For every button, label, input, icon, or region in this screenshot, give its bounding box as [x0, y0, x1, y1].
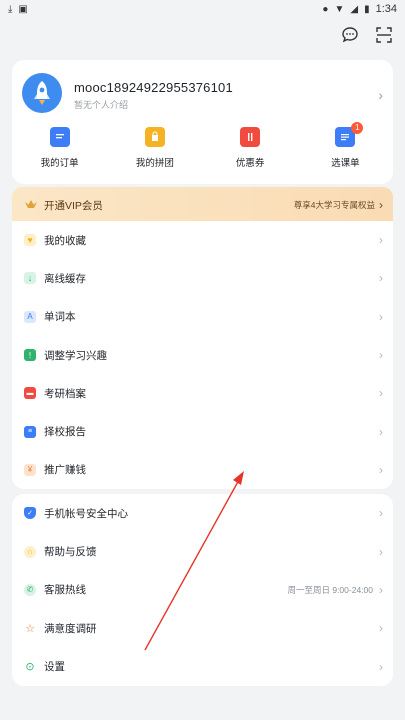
quick-item-orders[interactable]: 我的订单 [12, 127, 107, 172]
quick-label-course-list: 选课单 [331, 158, 360, 169]
menu-group-1: ♥ 我的收藏 › ↓ 离线缓存 › A 单词本 › ! 调整学习兴趣 › ▬ 考… [12, 221, 393, 489]
interest-icon: ! [24, 349, 36, 362]
quick-item-coupons[interactable]: 优惠券 [203, 127, 298, 172]
rocket-avatar-icon [34, 81, 50, 105]
location-icon: ● [322, 3, 329, 15]
menu-item-vocabulary[interactable]: A 单词本 › [12, 298, 393, 336]
chevron-right-icon: › [379, 659, 383, 674]
menu-item-exam-archive[interactable]: ▬ 考研档案 › [12, 374, 393, 412]
chevron-right-icon: › [379, 348, 383, 363]
menu-label-exam-archive: 考研档案 [44, 387, 86, 400]
chevron-right-icon: › [379, 424, 383, 439]
menu-item-school-report[interactable]: ≡ 择校报告 › [12, 412, 393, 450]
vip-chevron-icon: › [379, 198, 383, 212]
course-list-badge: 1 [351, 122, 364, 134]
avatar[interactable] [22, 73, 62, 113]
vocabulary-icon: A [24, 310, 36, 323]
menu-label-hotline: 客服热线 [44, 584, 86, 597]
menu-label-school-report: 择校报告 [44, 426, 86, 439]
quick-label-orders: 我的订单 [40, 158, 79, 169]
menu-label-survey: 满意度调研 [44, 622, 97, 635]
status-bar: ⤓ ▣ ● ▼ ◢ ▮ 1:34 [0, 0, 405, 18]
chevron-right-icon: › [379, 582, 383, 597]
username[interactable]: mooc18924922955376101 [74, 80, 233, 95]
money-bag-icon: ¥ [24, 463, 36, 476]
menu-label-settings: 设置 [44, 661, 65, 674]
coupon-icon [240, 127, 261, 147]
download-notification-icon: ⤓ [8, 3, 13, 15]
scan-button[interactable] [373, 24, 395, 46]
menu-item-settings[interactable]: ⊙ 设置 › [12, 648, 393, 686]
status-left: ⤓ ▣ [8, 4, 28, 15]
vip-label: 开通VIP会员 [44, 199, 103, 212]
status-time: 1:34 [375, 3, 397, 15]
chevron-right-icon: › [379, 271, 383, 286]
phone-icon: ✆ [24, 583, 36, 596]
chevron-right-icon: › [379, 544, 383, 559]
vip-benefit: 尊享4大学习专属权益 [293, 200, 375, 210]
shield-icon: ✓ [24, 507, 36, 520]
menu-label-offline-cache: 离线缓存 [44, 272, 86, 285]
report-icon: ≡ [24, 425, 36, 438]
chevron-right-icon: › [379, 233, 383, 248]
menu-item-survey[interactable]: ☆ 满意度调研 › [12, 609, 393, 647]
menu-label-security: 手机帐号安全中心 [44, 507, 128, 520]
quick-actions: 我的订单 我的拼团 优惠券 1 选课单 [12, 122, 393, 172]
group-buy-icon [144, 127, 165, 147]
menu-label-help: 帮助与反馈 [44, 546, 97, 559]
quick-item-group-buy[interactable]: 我的拼团 [107, 127, 202, 172]
folder-icon: ▬ [24, 387, 36, 400]
chevron-right-icon: › [379, 506, 383, 521]
menu-label-favorites: 我的收藏 [44, 234, 86, 247]
menu-item-favorites[interactable]: ♥ 我的收藏 › [12, 221, 393, 259]
vip-crown-icon [25, 200, 37, 208]
menu-label-interests: 调整学习兴趣 [44, 349, 107, 362]
signal-icon: ◢ [350, 3, 359, 15]
scan-icon [376, 27, 392, 43]
headset-icon: ∩ [24, 545, 36, 558]
course-list-icon: 1 [335, 122, 364, 147]
menu-item-interests[interactable]: ! 调整学习兴趣 › [12, 336, 393, 374]
menu-item-security[interactable]: ✓ 手机帐号安全中心 › [12, 494, 393, 532]
menu-item-offline-cache[interactable]: ↓ 离线缓存 › [12, 259, 393, 297]
vip-left: 开通VIP会员 [24, 198, 103, 213]
profile-chevron-icon[interactable]: › [378, 87, 383, 103]
top-actions [339, 24, 395, 46]
profile-card: mooc18924922955376101 暂无个人介绍 › 我的订单 我的拼团… [12, 60, 393, 184]
message-icon [342, 27, 358, 43]
profile-intro: 暂无个人介绍 [74, 100, 129, 110]
bottom-area [0, 700, 405, 720]
wifi-icon: ▼ [334, 3, 345, 15]
chevron-right-icon: › [379, 462, 383, 477]
message-button[interactable] [339, 24, 361, 46]
quick-label-coupons: 优惠券 [235, 158, 265, 169]
menu-group-2: ✓ 手机帐号安全中心 › ∩ 帮助与反馈 › ✆ 客服热线 周一至周日 9:00… [12, 494, 393, 686]
menu-label-vocabulary: 单词本 [44, 311, 76, 324]
chevron-right-icon: › [379, 621, 383, 636]
favorite-icon: ♥ [24, 234, 36, 247]
menu-label-promotion: 推广赚钱 [44, 464, 86, 477]
menu-item-hotline[interactable]: ✆ 客服热线 周一至周日 9:00-24:00 › [12, 571, 393, 609]
vip-right: 尊享4大学习专属权益 › [294, 198, 383, 212]
star-icon: ☆ [25, 622, 35, 635]
settings-icon: ⊙ [25, 661, 35, 674]
download-icon: ↓ [24, 272, 36, 285]
menu-item-help[interactable]: ∩ 帮助与反馈 › [12, 532, 393, 570]
hotline-hours: 周一至周日 9:00-24:00 [287, 584, 373, 595]
quick-item-course-list[interactable]: 1 选课单 [298, 122, 393, 172]
quick-label-group-buy: 我的拼团 [135, 158, 174, 169]
status-right: ● ▼ ◢ ▮ 1:34 [322, 3, 397, 15]
app-notification-icon: ▣ [18, 3, 28, 15]
vip-banner[interactable]: 开通VIP会员 尊享4大学习专属权益 › [12, 187, 393, 223]
order-icon [49, 127, 70, 147]
chevron-right-icon: › [379, 309, 383, 324]
battery-icon: ▮ [364, 3, 370, 15]
menu-item-promotion[interactable]: ¥ 推广赚钱 › [12, 451, 393, 489]
chevron-right-icon: › [379, 386, 383, 401]
